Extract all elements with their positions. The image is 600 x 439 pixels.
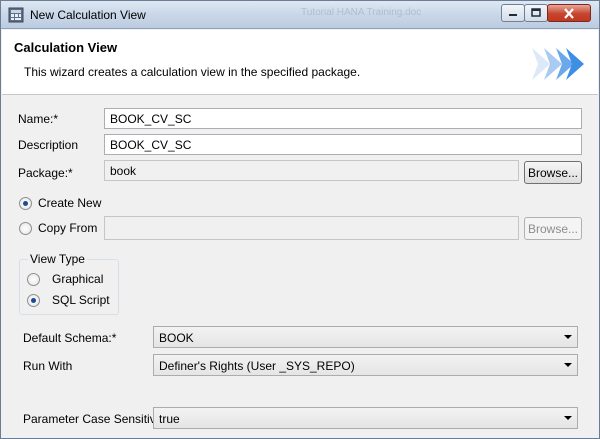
run-with-label: Run With (23, 359, 73, 373)
title-bar[interactable]: New Calculation View Tutorial HANA Train… (1, 1, 599, 29)
package-input[interactable]: book (104, 160, 519, 181)
maximize-button[interactable] (524, 4, 548, 22)
chevron-down-icon (564, 335, 572, 339)
wizard-content: Name:* BOOK_CV_SC Description BOOK_CV_SC… (2, 96, 598, 438)
description-label: Description (18, 138, 79, 152)
minimize-button[interactable] (501, 4, 525, 22)
name-input[interactable]: BOOK_CV_SC (104, 108, 582, 129)
page-title: Calculation View (14, 40, 118, 55)
maximize-icon (531, 8, 541, 17)
radio-checked-icon (27, 293, 40, 307)
create-new-radio[interactable]: Create New (19, 196, 101, 210)
create-new-label: Create New (38, 196, 102, 210)
default-schema-dropdown[interactable]: BOOK (153, 326, 578, 348)
copy-from-radio[interactable]: Copy From (19, 221, 97, 235)
background-window-title: Tutorial HANA Training.doc (301, 7, 422, 18)
graphical-label: Graphical (52, 272, 104, 286)
description-input[interactable]: BOOK_CV_SC (104, 134, 582, 155)
sql-script-label: SQL Script (52, 293, 110, 307)
parameter-case-value: true (159, 412, 180, 426)
dialog-window: New Calculation View Tutorial HANA Train… (0, 0, 600, 439)
wizard-arrows-icon (532, 48, 584, 80)
wizard-header: Calculation View This wizard creates a c… (2, 30, 598, 95)
parameter-case-dropdown[interactable]: true (153, 407, 578, 429)
sql-script-radio[interactable]: SQL Script (27, 293, 110, 307)
close-icon (564, 7, 574, 19)
radio-unchecked-icon (27, 272, 40, 286)
app-icon (8, 7, 24, 23)
chevron-down-icon (564, 363, 572, 367)
package-browse-button[interactable]: Browse... (524, 161, 582, 184)
radio-unchecked-icon (19, 221, 32, 235)
parameter-case-label: Parameter Case Sensitive (23, 412, 163, 426)
run-with-dropdown[interactable]: Definer's Rights (User _SYS_REPO) (153, 354, 578, 376)
name-label: Name:* (18, 112, 59, 126)
default-schema-value: BOOK (159, 331, 194, 345)
graphical-radio[interactable]: Graphical (27, 272, 103, 286)
copy-from-browse-button[interactable]: Browse... (524, 217, 582, 240)
radio-checked-icon (19, 196, 32, 210)
chevron-down-icon (564, 416, 572, 420)
package-label: Package:* (18, 166, 73, 180)
copy-from-label: Copy From (38, 221, 98, 235)
close-button[interactable] (547, 4, 591, 22)
run-with-value: Definer's Rights (User _SYS_REPO) (159, 359, 355, 373)
copy-from-input[interactable] (104, 216, 519, 240)
page-description: This wizard creates a calculation view i… (24, 65, 361, 79)
default-schema-label: Default Schema:* (23, 331, 117, 345)
view-type-title: View Type (28, 252, 87, 266)
window-title: New Calculation View (30, 8, 146, 22)
minimize-icon (509, 14, 517, 16)
